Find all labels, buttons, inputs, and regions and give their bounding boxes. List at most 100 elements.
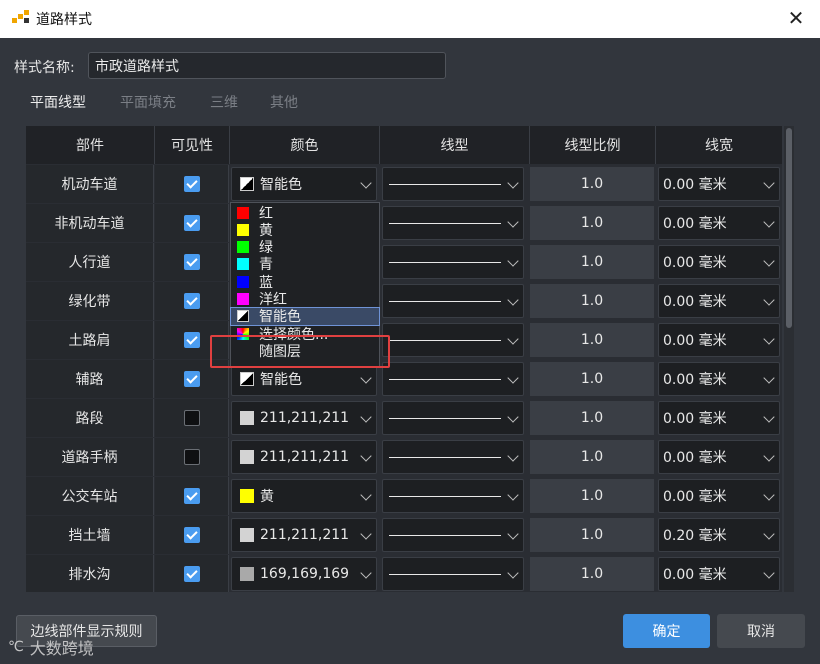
color-dropdown[interactable]: 211,211,211 — [231, 440, 377, 474]
linewidth-dropdown[interactable]: 0.00 毫米 — [658, 557, 780, 591]
color-option[interactable]: 智能色 — [230, 306, 380, 326]
linewidth-dropdown[interactable]: 0.00 毫米 — [658, 323, 780, 357]
color-option[interactable]: 红 — [231, 204, 379, 222]
component-name: 机动车道 — [26, 165, 154, 203]
linetype-scale-input[interactable]: 1.0 — [530, 167, 654, 201]
table-row: 人行道 1.0 0.00 毫米 — [26, 243, 782, 281]
linetype-dropdown[interactable] — [382, 284, 524, 318]
color-value: 211,211,211 — [260, 449, 350, 465]
color-dropdown[interactable]: 211,211,211 — [231, 518, 377, 552]
visibility-checkbox[interactable] — [183, 176, 200, 192]
linetype-scale-input[interactable]: 1.0 — [530, 284, 654, 318]
color-option[interactable]: 青 — [231, 256, 379, 273]
visibility-checkbox[interactable] — [183, 215, 200, 231]
linetype-scale-input[interactable]: 1.0 — [530, 362, 654, 396]
linetype-dropdown[interactable] — [382, 401, 524, 435]
linetype-scale-input[interactable]: 1.0 — [530, 401, 654, 435]
color-dropdown[interactable]: 169,169,169 — [231, 557, 377, 591]
color-dropdown[interactable]: 黄 — [231, 479, 377, 513]
linetype-scale-input[interactable]: 1.0 — [530, 518, 654, 552]
linewidth-value: 0.00 毫米 — [663, 255, 727, 271]
color-option[interactable]: 绿 — [231, 239, 379, 256]
solid-line-icon — [389, 223, 501, 224]
linetype-scale-input[interactable]: 1.0 — [530, 557, 654, 591]
linetype-scale-input[interactable]: 1.0 — [530, 323, 654, 357]
tab-plane-fill[interactable]: 平面填充 — [120, 92, 176, 112]
table-row: 土路肩 1.0 0.00 毫米 — [26, 321, 782, 359]
linewidth-dropdown[interactable]: 0.00 毫米 — [658, 479, 780, 513]
visibility-checkbox[interactable] — [183, 527, 200, 543]
linewidth-dropdown[interactable]: 0.00 毫米 — [658, 440, 780, 474]
chevron-down-icon — [507, 294, 519, 306]
linewidth-dropdown[interactable]: 0.00 毫米 — [658, 167, 780, 201]
linewidth-dropdown[interactable]: 0.00 毫米 — [658, 284, 780, 318]
component-name: 人行道 — [26, 243, 154, 281]
color-dropdown[interactable]: 211,211,211 — [231, 401, 377, 435]
color-option[interactable]: 洋红 — [231, 291, 379, 308]
scrollbar-thumb[interactable] — [786, 128, 792, 328]
table-row: 挡土墙 211,211,211 1.0 0.20 毫米 — [26, 516, 782, 554]
color-value: 智能色 — [260, 372, 302, 388]
linewidth-dropdown[interactable]: 0.00 毫米 — [658, 245, 780, 279]
visibility-checkbox[interactable] — [183, 488, 200, 504]
color-dropdown[interactable]: 智能色 — [231, 167, 377, 201]
linetype-dropdown[interactable] — [382, 440, 524, 474]
linetype-scale-input[interactable]: 1.0 — [530, 479, 654, 513]
color-swatch-icon — [237, 241, 249, 254]
solid-line-icon — [389, 496, 501, 497]
chevron-down-icon — [763, 177, 775, 189]
linewidth-dropdown[interactable]: 0.00 毫米 — [658, 362, 780, 396]
linewidth-dropdown[interactable]: 0.00 毫米 — [658, 401, 780, 435]
linetype-dropdown[interactable] — [382, 245, 524, 279]
linewidth-value: 0.00 毫米 — [663, 489, 727, 505]
visibility-checkbox[interactable] — [183, 566, 200, 582]
visibility-checkbox[interactable] — [183, 332, 200, 348]
visibility-checkbox[interactable] — [183, 293, 200, 309]
linewidth-dropdown[interactable]: 0.20 毫米 — [658, 518, 780, 552]
linetype-dropdown[interactable] — [382, 518, 524, 552]
annotation-highlight-box — [210, 335, 390, 368]
chevron-down-icon — [763, 489, 775, 501]
style-name-input[interactable] — [88, 52, 446, 79]
visibility-checkbox[interactable] — [183, 449, 200, 465]
header-visibility: 可见性 — [155, 126, 230, 164]
chevron-down-icon — [360, 411, 372, 423]
visibility-cell — [155, 282, 229, 320]
linetype-scale-input[interactable]: 1.0 — [530, 245, 654, 279]
chevron-down-icon — [763, 216, 775, 228]
solid-line-icon — [389, 340, 501, 341]
cancel-button[interactable]: 取消 — [717, 614, 805, 648]
visibility-checkbox[interactable] — [183, 254, 200, 270]
linewidth-value: 0.00 毫米 — [663, 411, 727, 427]
linetype-dropdown[interactable] — [382, 323, 524, 357]
header-linetype: 线型 — [380, 126, 530, 164]
tab-other[interactable]: 其他 — [270, 92, 298, 112]
tab-plane-linetype[interactable]: 平面线型 — [30, 92, 86, 112]
linetype-scale-input[interactable]: 1.0 — [530, 440, 654, 474]
linewidth-value: 0.00 毫米 — [663, 216, 727, 232]
solid-line-icon — [389, 418, 501, 419]
color-swatch-icon — [240, 411, 254, 425]
linetype-dropdown[interactable] — [382, 206, 524, 240]
chevron-down-icon — [763, 255, 775, 267]
linetype-dropdown[interactable] — [382, 557, 524, 591]
linetype-dropdown[interactable] — [382, 167, 524, 201]
table-scrollbar[interactable] — [784, 126, 794, 592]
visibility-checkbox[interactable] — [183, 371, 200, 387]
linetype-dropdown[interactable] — [382, 479, 524, 513]
visibility-checkbox[interactable] — [183, 410, 200, 426]
linewidth-dropdown[interactable]: 0.00 毫米 — [658, 206, 780, 240]
ok-button[interactable]: 确定 — [623, 614, 710, 648]
chevron-down-icon — [360, 528, 372, 540]
color-swatch-icon — [237, 223, 249, 236]
solid-line-icon — [389, 184, 501, 185]
watermark: ℃ 大数跨境 — [8, 636, 94, 658]
chevron-down-icon — [763, 333, 775, 345]
close-icon[interactable]: ✕ — [784, 6, 808, 30]
color-option[interactable]: 黄 — [231, 221, 379, 239]
color-option[interactable]: 蓝 — [231, 273, 379, 291]
color-swatch-icon — [240, 450, 254, 464]
linetype-scale-input[interactable]: 1.0 — [530, 206, 654, 240]
tab-3d[interactable]: 三维 — [210, 92, 238, 112]
linetype-dropdown[interactable] — [382, 362, 524, 396]
